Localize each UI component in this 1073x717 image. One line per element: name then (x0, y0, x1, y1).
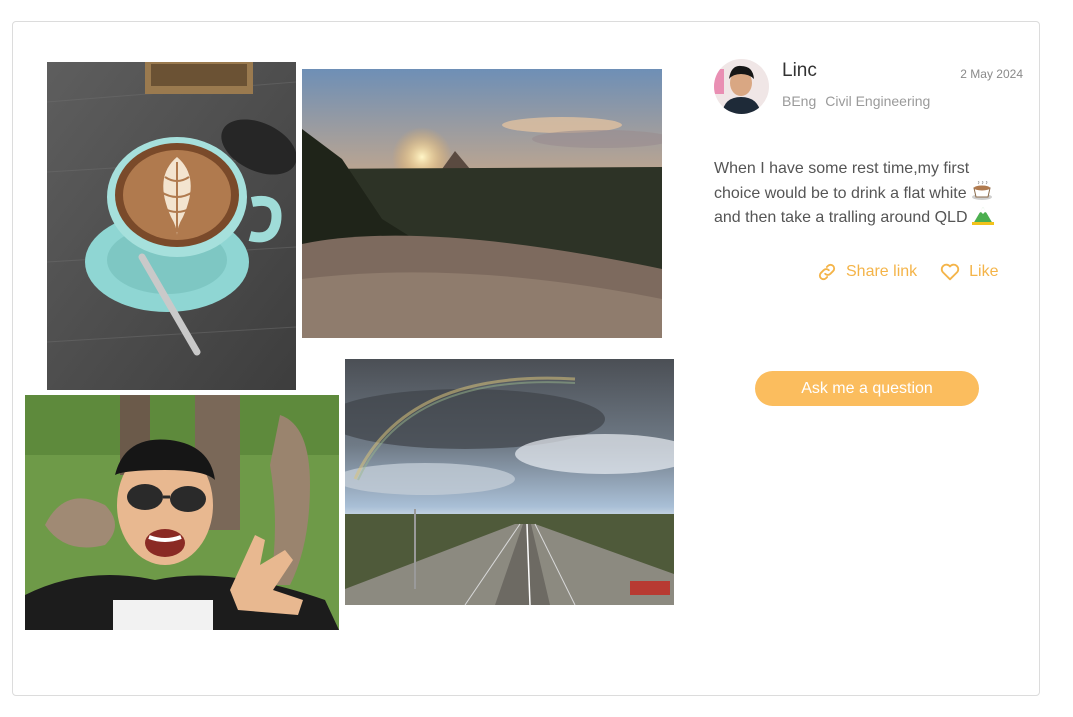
avatar[interactable] (714, 59, 769, 114)
like-button[interactable]: Like (939, 261, 999, 283)
share-link-button[interactable]: Share link (816, 261, 917, 283)
bio-line-with-emoji: and then take a tralling around QLD (714, 205, 1014, 230)
link-icon (816, 261, 838, 283)
share-link-label: Share link (846, 263, 918, 280)
heart-icon (939, 261, 961, 283)
photo-coffee[interactable] (47, 62, 296, 390)
bio-line: When I have some rest time,my first (714, 160, 970, 177)
ask-question-button[interactable]: Ask me a question (755, 371, 979, 406)
bio-line: and then take a tralling around QLD (714, 209, 968, 226)
author-degree: BEng Civil Engineering (782, 93, 930, 109)
post-date: 2 May 2024 (960, 67, 1023, 81)
coffee-emoji-icon (971, 180, 993, 201)
photo-highway-rainbow[interactable] (345, 359, 674, 605)
photo-selfie-kangaroos[interactable] (25, 395, 339, 630)
author-name[interactable]: Linc (782, 60, 817, 82)
major-label: Civil Engineering (825, 93, 931, 109)
mountain-emoji-icon (971, 205, 994, 225)
photo-sunset[interactable] (302, 69, 662, 338)
bio-text: When I have some rest time,my first choi… (714, 157, 1014, 230)
post-actions: Share link Like (816, 261, 999, 283)
bio-line-with-emoji: choice would be to drink a flat white (714, 180, 1014, 206)
degree-label: BEng (782, 93, 817, 109)
like-label: Like (969, 263, 999, 280)
bio-line: choice would be to drink a flat white (714, 184, 967, 202)
